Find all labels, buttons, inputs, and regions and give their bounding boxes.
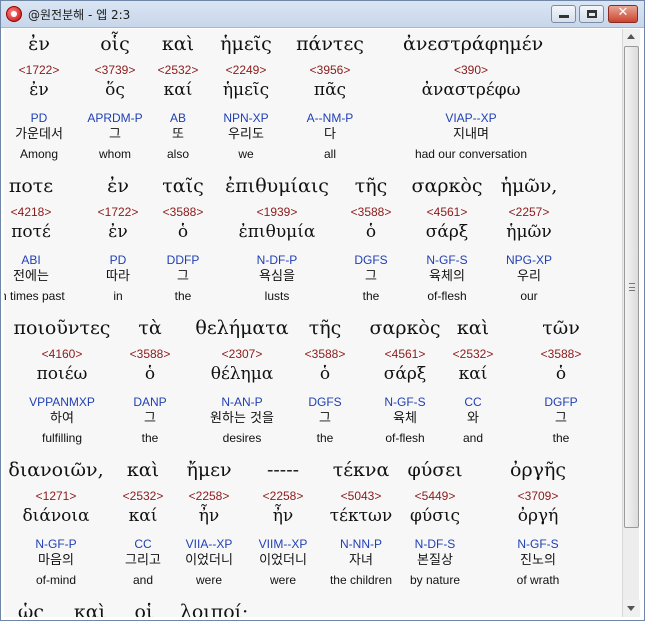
word-english: all xyxy=(323,147,336,161)
word-korean: 그 xyxy=(555,411,567,426)
word-english: our xyxy=(520,289,538,303)
word-lemma: ὁ xyxy=(555,364,567,384)
app-icon xyxy=(6,6,22,22)
title-bar[interactable]: @원전분해 - 엡 2:3 ✕ xyxy=(0,0,645,28)
word-english: the xyxy=(552,431,570,445)
word-lemma: πᾶς xyxy=(313,80,347,100)
grip-icon xyxy=(629,283,635,291)
word-korean: 우리 xyxy=(517,269,541,284)
word-morph: VIAP--XP xyxy=(445,111,497,125)
word-greek[interactable]: ἡμῶν, xyxy=(461,175,597,197)
arrow-down-icon xyxy=(627,606,635,611)
word-lemma: ἀναστρέφω xyxy=(421,80,521,100)
window-title: @원전분해 - 엡 2:3 xyxy=(28,8,131,22)
scroll-down-button[interactable] xyxy=(623,600,640,617)
scroll-up-button[interactable] xyxy=(623,29,640,46)
word-english: had our conversation xyxy=(414,147,528,161)
arrow-up-icon xyxy=(627,34,635,39)
word-greek[interactable]: τῶν xyxy=(493,317,622,339)
word-greek[interactable]: ἀνεστράφημέν xyxy=(403,33,543,55)
word-morph: NPG-XP xyxy=(505,253,552,267)
scroll-thumb[interactable] xyxy=(624,46,639,528)
word-strong: <2257> xyxy=(508,205,550,219)
word-strong: <3709> xyxy=(517,489,559,503)
word-lemma: ἡμῶν xyxy=(506,222,552,242)
word-korean: 다 xyxy=(324,127,336,142)
minimize-icon xyxy=(559,15,569,18)
interlinear-view[interactable]: ἐν <1722> ἐν PD 가운데서 Among οἷς <3739> ὅς APRDM-P 그… xyxy=(4,29,622,617)
maximize-icon xyxy=(587,10,597,18)
word-strong: <390> xyxy=(453,63,489,77)
word-lemma: ὀργή xyxy=(517,506,559,526)
vertical-scrollbar[interactable] xyxy=(622,29,640,617)
word-english: of wrath xyxy=(516,573,560,587)
word-korean: 지내며 xyxy=(453,127,489,142)
word-greek[interactable]: πάντες xyxy=(262,33,398,55)
minimize-button[interactable] xyxy=(551,5,576,23)
word-greek[interactable]: λοιποί· xyxy=(146,601,282,617)
close-button[interactable]: ✕ xyxy=(608,5,638,23)
word-morph: A--NM-P xyxy=(306,111,354,125)
word-morph: DGFP xyxy=(544,395,578,409)
word-strong: <3588> xyxy=(540,347,582,361)
maximize-button[interactable] xyxy=(579,5,604,23)
word-greek[interactable]: ὀργῆς xyxy=(470,459,606,481)
close-icon: ✕ xyxy=(617,5,629,20)
word-strong: <3956> xyxy=(309,63,351,77)
word-korean: 진노의 xyxy=(520,553,556,568)
word-morph: N-GF-S xyxy=(517,537,559,551)
